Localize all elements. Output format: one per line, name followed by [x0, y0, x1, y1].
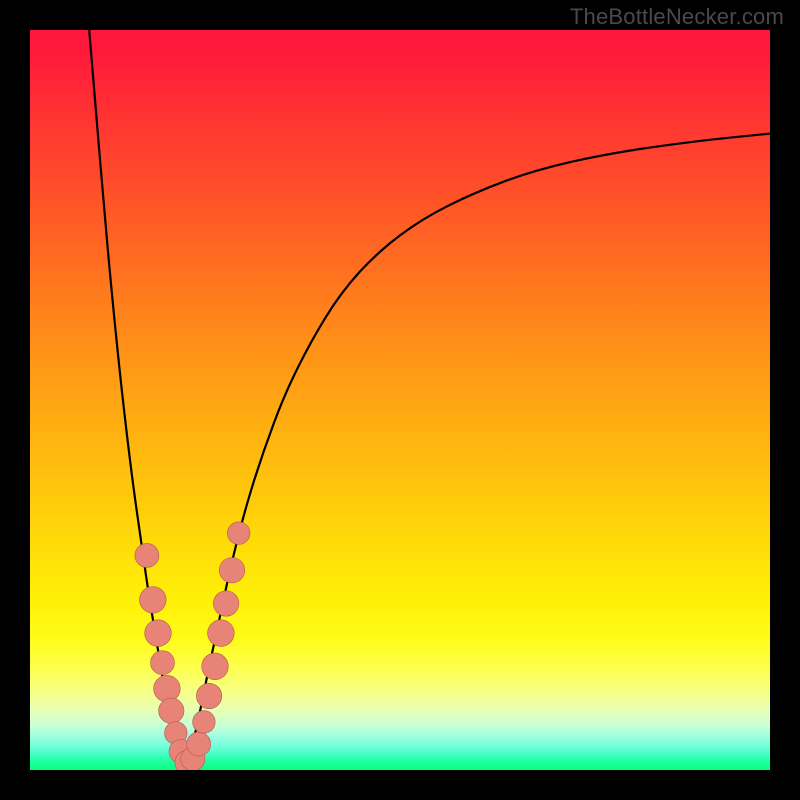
data-marker: [227, 522, 250, 545]
data-marker: [187, 732, 211, 756]
plot-area: [30, 30, 770, 770]
curves-layer: [30, 30, 770, 770]
data-marker: [135, 543, 159, 567]
right-branch-curve: [185, 134, 770, 767]
data-marker: [140, 587, 167, 614]
watermark-text: TheBottleNecker.com: [570, 4, 784, 30]
data-marker: [208, 620, 235, 647]
data-marker: [213, 591, 238, 616]
data-marker: [219, 558, 244, 583]
chart-frame: TheBottleNecker.com: [0, 0, 800, 800]
data-marker: [154, 675, 181, 702]
data-marker: [145, 620, 172, 647]
data-marker: [202, 653, 229, 680]
data-marker: [159, 698, 184, 723]
data-marker: [151, 651, 175, 675]
data-marker: [196, 683, 221, 708]
marker-group: [135, 522, 250, 770]
data-marker: [193, 711, 216, 734]
